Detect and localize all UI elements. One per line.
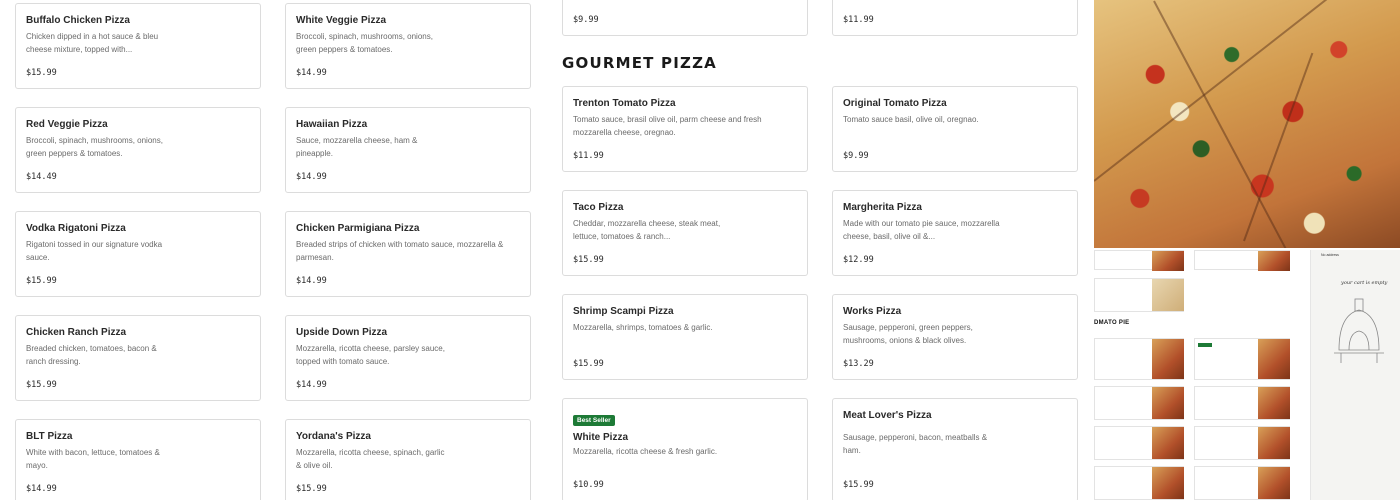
menu-item-card[interactable]: Buffalo Chicken Pizza Chicken dipped in … bbox=[15, 3, 261, 89]
menu-item-card[interactable]: Hawaiian Pizza Sauce, mozzarella cheese,… bbox=[285, 107, 531, 193]
item-price: $14.99 bbox=[296, 276, 327, 286]
item-price: $11.99 bbox=[843, 15, 874, 25]
item-description: Chicken dipped in a hot sauce & bleu che… bbox=[26, 32, 159, 54]
item-price: $15.99 bbox=[296, 484, 327, 494]
item-description: Sausage, pepperoni, bacon, meatballs & h… bbox=[843, 433, 988, 455]
menu-item-card[interactable]: Chicken Parmigiana Pizza Breaded strips … bbox=[285, 211, 531, 297]
item-price: $9.99 bbox=[843, 151, 869, 161]
item-description: Sauce, mozzarella cheese, ham & pineappl… bbox=[296, 136, 418, 158]
menu-item-card[interactable]: White Veggie Pizza Broccoli, spinach, mu… bbox=[285, 3, 531, 89]
item-name: Yordana's Pizza bbox=[296, 431, 371, 442]
preview-address-label: No address bbox=[1321, 253, 1339, 257]
item-description: Tomato sauce basil, olive oil, oregnao. bbox=[843, 115, 979, 124]
item-name: Vodka Rigatoni Pizza bbox=[26, 223, 126, 234]
item-name: Original Tomato Pizza bbox=[843, 98, 947, 109]
item-name: Hawaiian Pizza bbox=[296, 119, 368, 130]
item-description: Mozzarella, shrimps, tomatoes & garlic. bbox=[573, 323, 713, 332]
item-price: $15.99 bbox=[26, 276, 57, 286]
item-price: $14.49 bbox=[26, 172, 57, 182]
pizza-oven-icon bbox=[1334, 298, 1384, 363]
menu-item-card[interactable]: Works Pizza Sausage, pepperoni, green pe… bbox=[832, 294, 1078, 380]
menu-item-card[interactable]: Original Tomato Pizza Tomato sauce basil… bbox=[832, 86, 1078, 172]
item-name: White Veggie Pizza bbox=[296, 15, 387, 26]
item-name: Margherita Pizza bbox=[843, 202, 922, 213]
item-description: Sausage, pepperoni, green peppers, mushr… bbox=[843, 323, 973, 345]
item-name: Red Veggie Pizza bbox=[26, 119, 108, 130]
item-name: Chicken Parmigiana Pizza bbox=[296, 223, 420, 234]
preview-empty-cart-text: your cart is empty bbox=[1341, 280, 1388, 286]
menu-item-card[interactable]: Chicken Ranch Pizza Breaded chicken, tom… bbox=[15, 315, 261, 401]
menu-item-card[interactable]: Margherita Pizza Made with our tomato pi… bbox=[832, 190, 1078, 276]
item-description: Broccoli, spinach, mushrooms, onions, gr… bbox=[26, 136, 163, 158]
item-description: Mozzarella, ricotta cheese & fresh garli… bbox=[573, 447, 718, 456]
item-price: $9.99 bbox=[573, 15, 599, 25]
preview-section-title: DMATO PIE bbox=[1094, 320, 1130, 326]
item-description: Tomato sauce, brasil olive oil, parm che… bbox=[573, 115, 762, 137]
item-description: Breaded strips of chicken with tomato sa… bbox=[296, 240, 504, 262]
menu-item-card[interactable]: Meat Lover's Pizza Sausage, pepperoni, b… bbox=[832, 398, 1078, 500]
item-name: Works Pizza bbox=[843, 306, 902, 317]
item-price: $15.99 bbox=[573, 255, 604, 265]
item-price: $15.99 bbox=[843, 480, 874, 490]
item-name: BLT Pizza bbox=[26, 431, 73, 442]
menu-item-card[interactable]: Yordana's Pizza Mozzarella, ricotta chee… bbox=[285, 419, 531, 500]
item-name: Chicken Ranch Pizza bbox=[26, 327, 127, 338]
menu-page-preview: DMATO PIE No address your cart is empty bbox=[1094, 250, 1400, 500]
best-seller-badge: Best Seller bbox=[573, 415, 615, 426]
item-name: Shrimp Scampi Pizza bbox=[573, 306, 674, 317]
section-title: GOURMET PIZZA bbox=[562, 54, 717, 72]
item-price: $13.29 bbox=[843, 359, 874, 369]
item-price: $15.99 bbox=[573, 359, 604, 369]
menu-item-card[interactable]: $9.99 bbox=[562, 0, 808, 36]
item-price: $14.99 bbox=[296, 68, 327, 78]
item-name: Upside Down Pizza bbox=[296, 327, 388, 338]
menu-item-card[interactable]: BLT Pizza White with bacon, lettuce, tom… bbox=[15, 419, 261, 500]
menu-item-card[interactable]: Upside Down Pizza Mozzarella, ricotta ch… bbox=[285, 315, 531, 401]
item-description: Breaded chicken, tomatoes, bacon & ranch… bbox=[26, 344, 157, 366]
item-description: Made with our tomato pie sauce, mozzarel… bbox=[843, 219, 1000, 241]
item-price: $14.99 bbox=[296, 172, 327, 182]
item-description: Mozzarella, ricotta cheese, parsley sauc… bbox=[296, 344, 445, 366]
menu-item-card[interactable]: Shrimp Scampi Pizza Mozzarella, shrimps,… bbox=[562, 294, 808, 380]
item-price: $11.99 bbox=[573, 151, 604, 161]
menu-item-card[interactable]: $11.99 bbox=[832, 0, 1078, 36]
item-price: $14.99 bbox=[26, 484, 57, 494]
item-description: Broccoli, spinach, mushrooms, onions, gr… bbox=[296, 32, 433, 54]
menu-item-card[interactable]: Red Veggie Pizza Broccoli, spinach, mush… bbox=[15, 107, 261, 193]
item-name: Buffalo Chicken Pizza bbox=[26, 15, 130, 26]
item-description: White with bacon, lettuce, tomatoes & ma… bbox=[26, 448, 160, 470]
menu-item-card[interactable]: Taco Pizza Cheddar, mozzarella cheese, s… bbox=[562, 190, 808, 276]
item-price: $15.99 bbox=[26, 380, 57, 390]
menu-item-card[interactable]: Vodka Rigatoni Pizza Rigatoni tossed in … bbox=[15, 211, 261, 297]
item-name: Meat Lover's Pizza bbox=[843, 410, 932, 421]
item-price: $12.99 bbox=[843, 255, 874, 265]
item-name: Trenton Tomato Pizza bbox=[573, 98, 676, 109]
item-price: $10.99 bbox=[573, 480, 604, 490]
item-price: $14.99 bbox=[296, 380, 327, 390]
menu-item-card[interactable]: Best Seller White Pizza Mozzarella, rico… bbox=[562, 398, 808, 500]
menu-item-card[interactable]: Trenton Tomato Pizza Tomato sauce, brasi… bbox=[562, 86, 808, 172]
preview-cart-panel: No address your cart is empty bbox=[1310, 250, 1400, 500]
item-price: $15.99 bbox=[26, 68, 57, 78]
item-description: Mozzarella, ricotta cheese, spinach, gar… bbox=[296, 448, 445, 470]
item-name: White Pizza bbox=[573, 432, 629, 443]
pizza-hero-image bbox=[1094, 0, 1400, 248]
item-description: Cheddar, mozzarella cheese, steak meat, … bbox=[573, 219, 721, 241]
item-name: Taco Pizza bbox=[573, 202, 624, 213]
item-description: Rigatoni tossed in our signature vodka s… bbox=[26, 240, 163, 262]
